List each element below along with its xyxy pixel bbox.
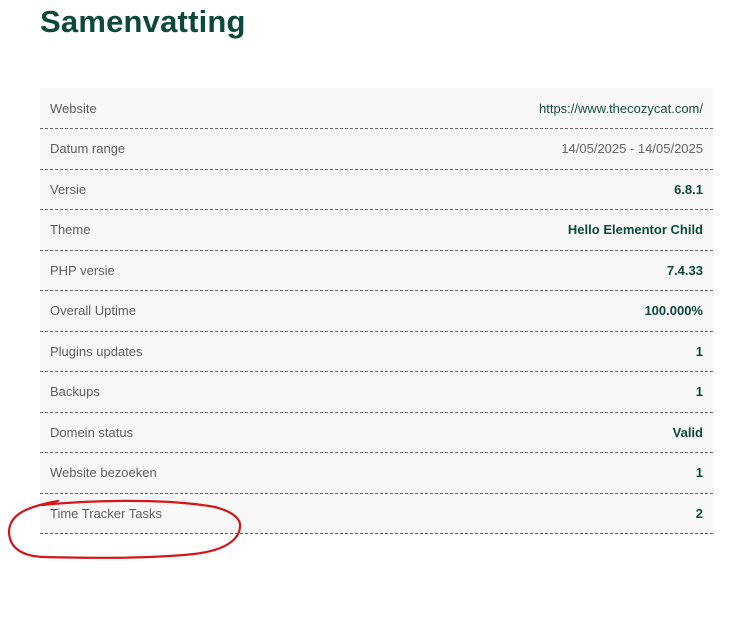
php-version-value: 7.4.33: [666, 262, 703, 278]
domain-status-value: Valid: [672, 424, 703, 440]
date-range-label: Datum range: [50, 141, 126, 157]
time-tracker-tasks-label: Time Tracker Tasks: [50, 505, 162, 521]
summary-row-version: Versie 6.8.1: [40, 170, 713, 210]
backups-label: Backups: [50, 384, 100, 400]
summary-table: Website https://www.thecozycat.com/ Datu…: [40, 88, 713, 534]
plugin-updates-value: 1: [695, 343, 703, 359]
plugin-updates-label: Plugins updates: [50, 343, 143, 359]
date-range-value: 14/05/2025 - 14/05/2025: [561, 141, 703, 157]
summary-row-php-version: PHP versie 7.4.33: [40, 251, 713, 291]
theme-value: Hello Elementor Child: [567, 222, 703, 238]
website-visits-value: 1: [695, 465, 703, 481]
summary-row-uptime: Overall Uptime 100.000%: [40, 291, 713, 332]
version-value: 6.8.1: [674, 181, 703, 197]
summary-row-website: Website https://www.thecozycat.com/: [40, 88, 713, 129]
version-label: Versie: [50, 181, 87, 197]
website-visits-label: Website bezoeken: [50, 465, 157, 481]
backups-value: 1: [695, 384, 703, 400]
domain-status-label: Domein status: [50, 424, 134, 440]
summary-row-backups: Backups 1: [40, 372, 713, 413]
summary-row-date-range: Datum range 14/05/2025 - 14/05/2025: [40, 129, 713, 170]
uptime-value: 100.000%: [644, 303, 703, 319]
website-label: Website: [50, 100, 97, 116]
time-tracker-tasks-value: 2: [695, 505, 703, 521]
summary-row-domain-status: Domein status Valid: [40, 413, 713, 453]
summary-row-plugin-updates: Plugins updates 1: [40, 332, 713, 372]
theme-label: Theme: [50, 222, 91, 238]
php-version-label: PHP versie: [50, 262, 115, 278]
website-link[interactable]: https://www.thecozycat.com/: [539, 101, 703, 116]
summary-row-theme: Theme Hello Elementor Child: [40, 210, 713, 251]
summary-row-time-tracker-tasks: Time Tracker Tasks 2: [40, 494, 713, 534]
page-title: Samenvatting: [40, 4, 246, 39]
uptime-label: Overall Uptime: [50, 303, 136, 319]
summary-row-website-visits: Website bezoeken 1: [40, 453, 713, 494]
